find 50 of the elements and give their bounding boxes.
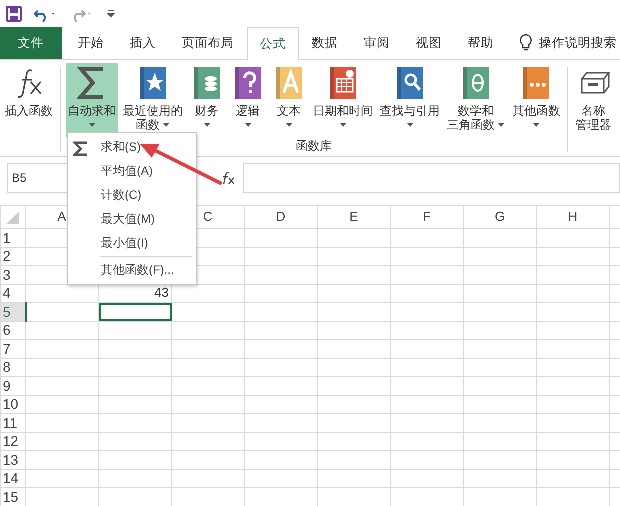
menu-item[interactable]: 求和(S) xyxy=(68,135,196,159)
row-header[interactable]: 6 xyxy=(0,321,26,340)
row-header[interactable]: 3 xyxy=(0,266,26,284)
row-header[interactable]: 8 xyxy=(0,358,26,376)
row-header[interactable]: 7 xyxy=(0,340,26,358)
tell-me-search[interactable]: 操作说明搜索 xyxy=(539,34,617,52)
column-header[interactable]: H xyxy=(536,206,610,228)
ribbon-button[interactable]: 数学和 三角函数 xyxy=(445,63,508,137)
menu-item[interactable]: 其他函数(F)... xyxy=(68,258,196,282)
ribbon-tab[interactable]: 页面布局 xyxy=(169,27,247,59)
row-header[interactable]: 5 xyxy=(0,302,26,321)
row-header[interactable]: 11 xyxy=(0,414,26,432)
row-header[interactable]: 2 xyxy=(0,247,26,266)
sigma-icon xyxy=(73,140,89,157)
ribbon-button[interactable]: 日期和时间 xyxy=(311,63,375,137)
ribbon-button[interactable]: 插入函数 xyxy=(3,63,55,137)
row-header[interactable]: 13 xyxy=(0,450,26,469)
ribbon-tab[interactable]: 帮助 xyxy=(455,27,507,59)
ribbon-tab[interactable]: 视图 xyxy=(403,27,455,59)
column-header[interactable]: E xyxy=(318,206,390,228)
column-header[interactable]: G xyxy=(464,206,536,228)
row-header[interactable]: 14 xyxy=(0,469,26,488)
formula-input[interactable] xyxy=(243,163,620,193)
lightbulb-icon xyxy=(519,34,533,52)
ribbon-tab[interactable]: 审阅 xyxy=(351,27,403,59)
ribbon-button[interactable]: 自动求和 xyxy=(66,63,118,137)
ribbon-button[interactable]: 逻辑 xyxy=(229,63,267,137)
row-header[interactable]: 1 xyxy=(0,228,26,247)
file-tab[interactable]: 文件 xyxy=(0,27,62,59)
row-header[interactable]: 12 xyxy=(0,432,26,450)
selected-cell[interactable] xyxy=(98,302,172,321)
ribbon-tab[interactable]: 数据 xyxy=(299,27,351,59)
ribbon-button[interactable]: 文本 xyxy=(270,63,308,137)
customize-icon[interactable] xyxy=(106,8,116,20)
menu-item[interactable]: 最小值(I) xyxy=(68,231,196,255)
group-label: 函数库 xyxy=(296,138,332,153)
column-header[interactable]: F xyxy=(390,206,464,228)
ribbon-tab[interactable]: 开始 xyxy=(65,27,117,59)
row-header[interactable]: 9 xyxy=(0,376,26,395)
column-header[interactable]: D xyxy=(244,206,318,228)
row-header[interactable]: 15 xyxy=(0,488,26,506)
ribbon-tab[interactable]: 公式 xyxy=(247,27,299,60)
ribbon-button[interactable]: 名称 管理器 xyxy=(573,63,614,137)
ribbon-button[interactable]: 财务 xyxy=(188,63,226,137)
ribbon-button[interactable]: 其他函数 xyxy=(510,63,562,137)
ribbon-button[interactable]: 查找与引用 xyxy=(378,63,442,137)
insert-function-icon[interactable] xyxy=(221,171,235,185)
save-icon[interactable] xyxy=(6,6,22,22)
row-header[interactable]: 10 xyxy=(0,395,26,414)
ribbon-tab[interactable]: 插入 xyxy=(117,27,169,59)
